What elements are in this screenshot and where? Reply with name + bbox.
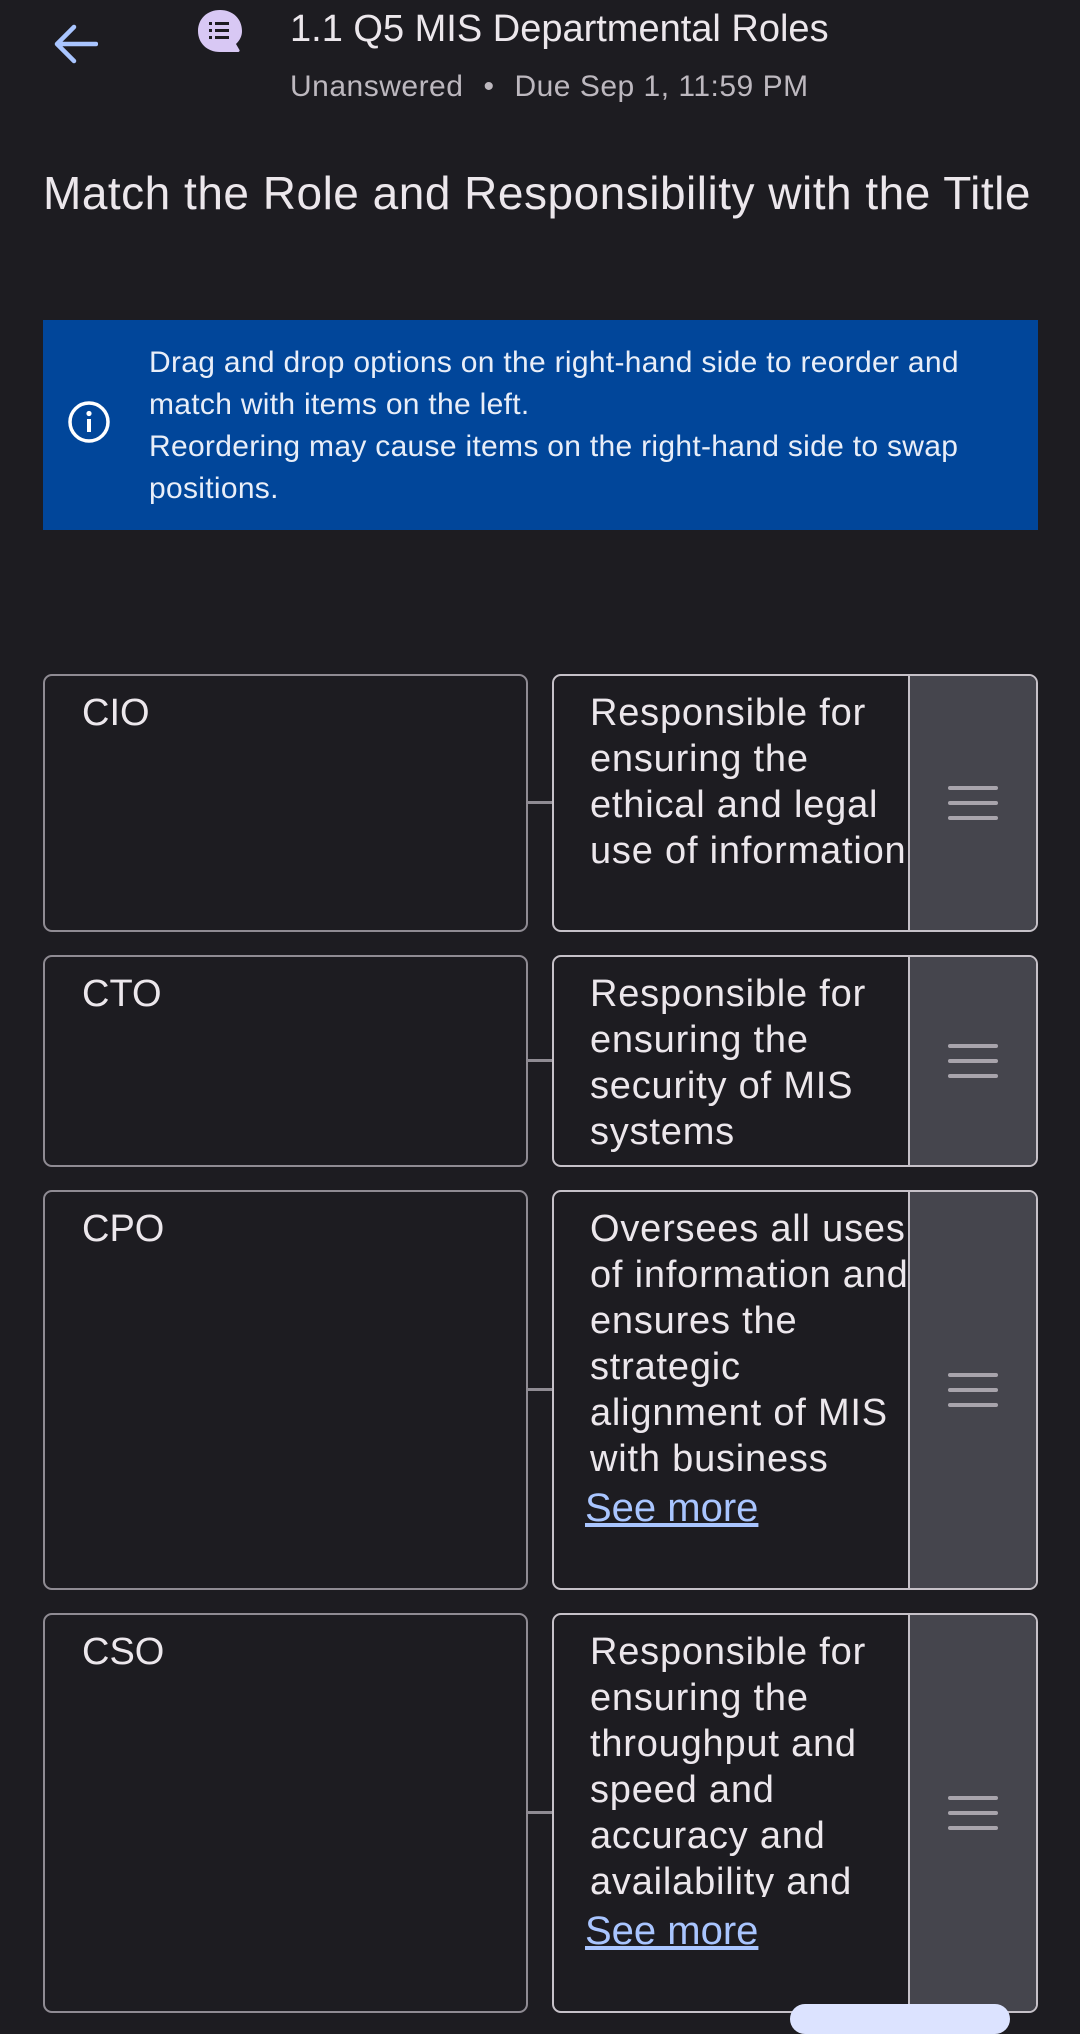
see-more-link[interactable]: See more — [585, 1909, 758, 1954]
responsibility-text: Oversees all uses of information and ens… — [590, 1208, 909, 1474]
responsibility-card[interactable]: Responsible for ensuring the throughput … — [552, 1613, 1038, 2013]
connector-line — [528, 1388, 553, 1391]
info-line-1: Drag and drop options on the right-hand … — [149, 346, 959, 421]
connector-line — [528, 1059, 553, 1062]
drag-handle-icon — [948, 1373, 998, 1407]
drag-handle-icon — [948, 786, 998, 820]
match-row: CSO Responsible for ensuring the through… — [43, 1613, 1038, 2013]
due-date: Due Sep 1, 11:59 PM — [514, 70, 809, 103]
responsibility-card[interactable]: Oversees all uses of information and ens… — [552, 1190, 1038, 1590]
responsibility-card[interactable]: Responsible for ensuring the ethical and… — [552, 674, 1038, 932]
responsibility-text: Responsible for ensuring the ethical and… — [590, 692, 907, 872]
assignment-title: 1.1 Q5 MIS Departmental Roles — [290, 8, 829, 50]
status-label: Unanswered — [290, 70, 464, 103]
drag-handle[interactable] — [908, 676, 1036, 930]
info-banner: Drag and drop options on the right-hand … — [43, 320, 1038, 530]
match-row: CTO Responsible for ensuring the securit… — [43, 955, 1038, 1167]
title-slot: CTO — [43, 955, 528, 1167]
back-button[interactable] — [42, 14, 108, 74]
connector-line — [528, 801, 553, 804]
arrow-left-icon — [54, 24, 98, 64]
title-label: CSO — [82, 1631, 165, 1673]
title-label: CTO — [82, 973, 162, 1015]
responsibility-card[interactable]: Responsible for ensuring the security of… — [552, 955, 1038, 1167]
responsibility-text: Responsible for ensuring the security of… — [590, 973, 867, 1153]
info-text: Drag and drop options on the right-hand … — [149, 342, 1009, 510]
info-icon — [68, 401, 110, 443]
info-line-2: Reordering may cause items on the right-… — [149, 430, 959, 505]
title-slot: CPO — [43, 1190, 528, 1590]
drag-handle-icon — [948, 1796, 998, 1830]
title-slot: CSO — [43, 1613, 528, 2013]
drag-handle[interactable] — [908, 1615, 1036, 2011]
connector-line — [528, 1811, 553, 1814]
floating-action-button[interactable] — [790, 2004, 1010, 2034]
drag-handle[interactable] — [908, 957, 1036, 1165]
assignment-meta: Unanswered • Due Sep 1, 11:59 PM — [290, 70, 809, 104]
discussion-button[interactable] — [192, 4, 248, 60]
match-row: CPO Oversees all uses of information and… — [43, 1190, 1038, 1590]
question-prompt: Match the Role and Responsibility with t… — [43, 167, 1031, 219]
drag-handle-icon — [948, 1044, 998, 1078]
drag-handle[interactable] — [908, 1192, 1036, 1588]
responsibility-text: Responsible for ensuring the throughput … — [590, 1631, 867, 1897]
chat-list-icon — [198, 10, 242, 52]
match-row: CIO Responsible for ensuring the ethical… — [43, 674, 1038, 932]
separator-dot: • — [483, 70, 495, 103]
title-slot: CIO — [43, 674, 528, 932]
see-more-link[interactable]: See more — [585, 1486, 758, 1531]
title-label: CPO — [82, 1208, 165, 1250]
top-bar: 1.1 Q5 MIS Departmental Roles Unanswered… — [0, 0, 1080, 120]
title-label: CIO — [82, 692, 150, 734]
